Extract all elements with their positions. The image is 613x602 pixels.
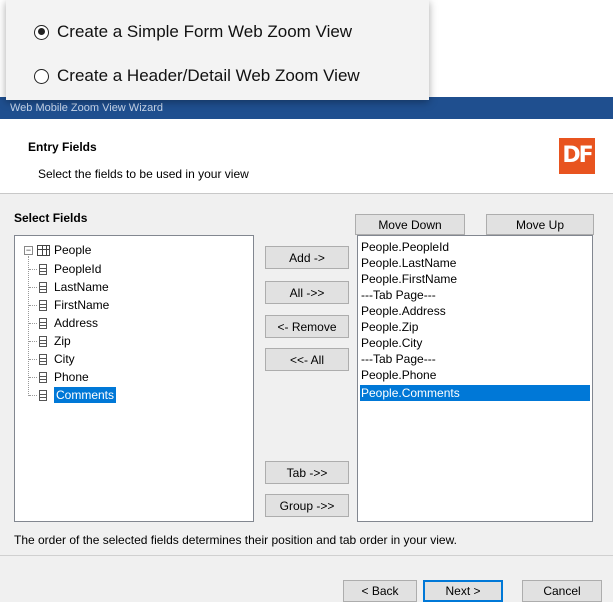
field-icon [39, 353, 47, 365]
tree-item-label: Phone [54, 370, 89, 384]
move-up-button[interactable]: Move Up [486, 214, 594, 235]
page-subtitle: Select the fields to be used in your vie… [38, 167, 249, 181]
tree-item-peopleid[interactable]: PeopleId [39, 261, 101, 277]
page-title: Entry Fields [28, 140, 97, 154]
radio-label-header-detail: Create a Header/Detail Web Zoom View [57, 66, 360, 85]
field-icon [39, 299, 47, 311]
cancel-button[interactable]: Cancel [522, 580, 602, 602]
tree-connector [29, 359, 37, 360]
tree-item-city[interactable]: City [39, 351, 75, 367]
list-item[interactable]: People.LastName [360, 255, 590, 271]
wizard-header [0, 119, 613, 194]
tree-item-label-selected: Comments [54, 387, 117, 403]
tree-connector [29, 341, 37, 342]
tree-item-label: PeopleId [54, 262, 102, 276]
tree-connector [29, 305, 37, 306]
divider [0, 555, 613, 556]
radio-button-unselected[interactable] [34, 68, 49, 84]
tree-connector [29, 269, 37, 270]
tree-item-label: LastName [54, 280, 109, 294]
radio-header-detail[interactable]: Create a Header/Detail Web Zoom View [34, 66, 360, 86]
tree-root-people[interactable]: People [37, 242, 91, 258]
tree-item-label: FirstName [54, 298, 110, 312]
list-item[interactable]: People.Zip [360, 319, 590, 335]
collapse-icon[interactable]: − [24, 246, 33, 255]
view-type-popup: Create a Simple Form Web Zoom View Creat… [6, 0, 429, 100]
select-fields-label: Select Fields [14, 211, 88, 225]
field-tree[interactable]: − People PeopleId LastName FirstName Add… [14, 235, 254, 522]
tree-item-label: Address [54, 316, 99, 330]
tree-item-comments[interactable]: Comments [39, 387, 117, 403]
tab-button[interactable]: Tab ->> [265, 461, 349, 484]
order-note: The order of the selected fields determi… [14, 533, 457, 547]
add-all-button[interactable]: All ->> [265, 281, 349, 304]
list-item[interactable]: People.Phone [360, 367, 590, 383]
list-item[interactable]: People.City [360, 335, 590, 351]
tree-item-label: City [54, 352, 75, 366]
field-icon [39, 335, 47, 347]
group-button[interactable]: Group ->> [265, 494, 349, 517]
list-item[interactable]: ---Tab Page--- [360, 351, 590, 367]
tree-item-lastname[interactable]: LastName [39, 279, 109, 295]
next-button[interactable]: Next > [423, 580, 503, 602]
tree-line [28, 256, 29, 396]
tree-item-zip[interactable]: Zip [39, 333, 71, 349]
radio-label-simple-form: Create a Simple Form Web Zoom View [57, 22, 353, 41]
remove-all-button[interactable]: <<- All [265, 348, 349, 371]
list-item-selected[interactable]: People.Comments [360, 385, 590, 401]
tree-connector [29, 287, 37, 288]
list-item[interactable]: People.Address [360, 303, 590, 319]
window-title: Web Mobile Zoom View Wizard [10, 102, 164, 114]
back-button[interactable]: < Back [343, 580, 417, 602]
move-down-button[interactable]: Move Down [355, 214, 465, 235]
tree-item-label: Zip [54, 334, 71, 348]
radio-button-selected[interactable] [34, 24, 49, 40]
df-logo-icon: DF [559, 138, 595, 174]
list-item[interactable]: ---Tab Page--- [360, 287, 590, 303]
tree-item-phone[interactable]: Phone [39, 369, 89, 385]
field-icon [39, 389, 47, 401]
tree-connector [29, 323, 37, 324]
radio-simple-form[interactable]: Create a Simple Form Web Zoom View [34, 22, 352, 42]
list-item[interactable]: People.PeopleId [360, 239, 590, 255]
remove-button[interactable]: <- Remove [265, 315, 349, 338]
field-icon [39, 317, 47, 329]
tree-root-label: People [54, 243, 92, 257]
field-icon [39, 371, 47, 383]
table-icon [37, 244, 50, 256]
field-icon [39, 263, 47, 275]
add-button[interactable]: Add -> [265, 246, 349, 269]
tree-item-firstname[interactable]: FirstName [39, 297, 109, 313]
field-icon [39, 281, 47, 293]
tree-connector [29, 395, 37, 396]
list-item[interactable]: People.FirstName [360, 271, 590, 287]
window-title-bar: Web Mobile Zoom View Wizard [0, 97, 613, 119]
tree-connector [29, 377, 37, 378]
tree-item-address[interactable]: Address [39, 315, 98, 331]
selected-fields-list[interactable]: People.PeopleId People.LastName People.F… [357, 235, 593, 522]
